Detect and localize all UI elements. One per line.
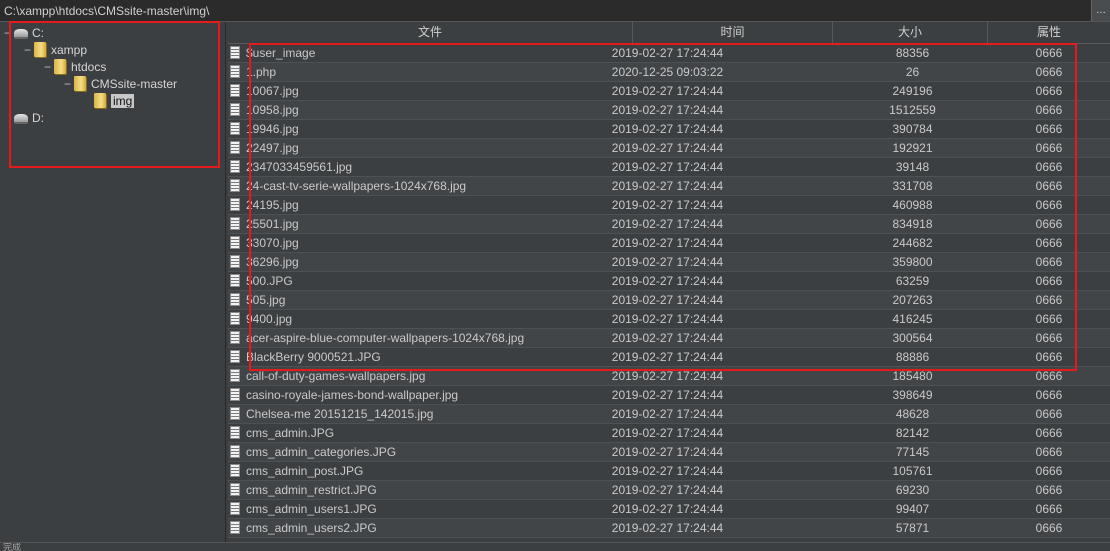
file-name: casino-royale-james-bond-wallpaper.jpg	[246, 388, 459, 402]
file-row[interactable]: cms_admin_categories.JPG 2019-02-27 17:24…	[228, 443, 1110, 462]
file-icon	[230, 350, 240, 363]
file-attr: 0666	[1035, 483, 1063, 497]
file-icon	[230, 388, 240, 401]
file-icon	[230, 122, 240, 135]
file-attr: 0666	[1035, 445, 1063, 459]
file-list-header: 文件 时间 大小 属性	[228, 22, 1110, 44]
file-row[interactable]: casino-royale-james-bond-wallpaper.jpg 20…	[228, 386, 1110, 405]
file-time: 2019-02-27 17:24:44	[611, 426, 724, 440]
file-icon	[230, 483, 240, 496]
file-time: 2019-02-27 17:24:44	[611, 521, 724, 535]
column-header-time[interactable]: 时间	[633, 22, 833, 43]
file-icon	[230, 217, 240, 230]
file-name: cms_admin_post.JPG	[246, 464, 364, 478]
file-icon	[230, 369, 240, 382]
file-icon	[230, 464, 240, 477]
file-row[interactable]: cms_admin_post.JPG 2019-02-27 17:24:44 105…	[228, 462, 1110, 481]
file-icon	[230, 407, 240, 420]
file-row[interactable]: cms_admin_users2.JPG 2019-02-27 17:24:44 5…	[228, 519, 1110, 538]
file-size: 398649	[892, 388, 933, 402]
file-icon	[230, 426, 240, 439]
file-attr: 0666	[1035, 426, 1063, 440]
file-icon	[230, 255, 240, 268]
file-time: 2019-02-27 17:24:44	[611, 445, 724, 459]
file-name: cms_admin_restrict.JPG	[246, 483, 377, 497]
file-size: 69230	[895, 483, 930, 497]
file-name: Chelsea-me 20151215_142015.jpg	[246, 407, 434, 421]
file-icon	[230, 236, 240, 249]
file-size: 99407	[895, 502, 930, 516]
file-attr: 0666	[1035, 502, 1063, 516]
file-size: 48628	[895, 407, 930, 421]
column-header-name[interactable]: 文件	[228, 22, 633, 43]
file-time: 2019-02-27 17:24:44	[611, 483, 724, 497]
file-time: 2019-02-27 17:24:44	[611, 502, 724, 516]
file-icon	[230, 293, 240, 306]
file-icon	[230, 179, 240, 192]
file-row[interactable]: cms_admin_users1.JPG 2019-02-27 17:24:44 9…	[228, 500, 1110, 519]
file-row[interactable]: cms_admin_restrict.JPG 2019-02-27 17:24:4…	[228, 481, 1110, 500]
path-bar: …	[0, 0, 1110, 22]
file-icon	[230, 141, 240, 154]
file-attr: 0666	[1035, 388, 1063, 402]
file-name: cms_admin_categories.JPG	[246, 445, 397, 459]
file-icon	[230, 103, 240, 116]
file-icon	[230, 445, 240, 458]
file-icon	[230, 84, 240, 97]
file-icon	[230, 198, 240, 211]
file-name: cms_admin_users1.JPG	[246, 502, 377, 516]
file-icon	[230, 46, 240, 59]
column-header-size[interactable]: 大小	[833, 22, 988, 43]
file-attr: 0666	[1035, 521, 1063, 535]
column-header-attr[interactable]: 属性	[988, 22, 1110, 43]
file-time: 2019-02-27 17:24:44	[611, 464, 724, 478]
file-icon	[230, 274, 240, 287]
file-row[interactable]: Chelsea-me 20151215_142015.jpg 2019-02-27…	[228, 405, 1110, 424]
file-attr: 0666	[1035, 464, 1063, 478]
file-size: 105761	[892, 464, 933, 478]
file-time: 2019-02-27 17:24:44	[611, 407, 724, 421]
file-icon	[230, 65, 240, 78]
file-name: cms_admin_users2.JPG	[246, 521, 377, 535]
file-size: 57871	[895, 521, 930, 535]
file-size: 77145	[895, 445, 930, 459]
file-name: cms_admin.JPG	[246, 426, 335, 440]
file-icon	[230, 160, 240, 173]
file-icon	[230, 521, 240, 534]
tree-highlight-box	[9, 21, 220, 168]
file-icon	[230, 312, 240, 325]
file-row[interactable]: cms_admin.JPG 2019-02-27 17:24:44 82142 066…	[228, 424, 1110, 443]
file-time: 2019-02-27 17:24:44	[611, 388, 724, 402]
file-icon	[230, 502, 240, 515]
path-input[interactable]	[0, 0, 1090, 21]
path-go-button[interactable]: …	[1091, 0, 1110, 21]
file-icon	[230, 331, 240, 344]
file-list-highlight-box	[249, 43, 1077, 371]
file-attr: 0666	[1035, 407, 1063, 421]
file-size: 82142	[895, 426, 930, 440]
